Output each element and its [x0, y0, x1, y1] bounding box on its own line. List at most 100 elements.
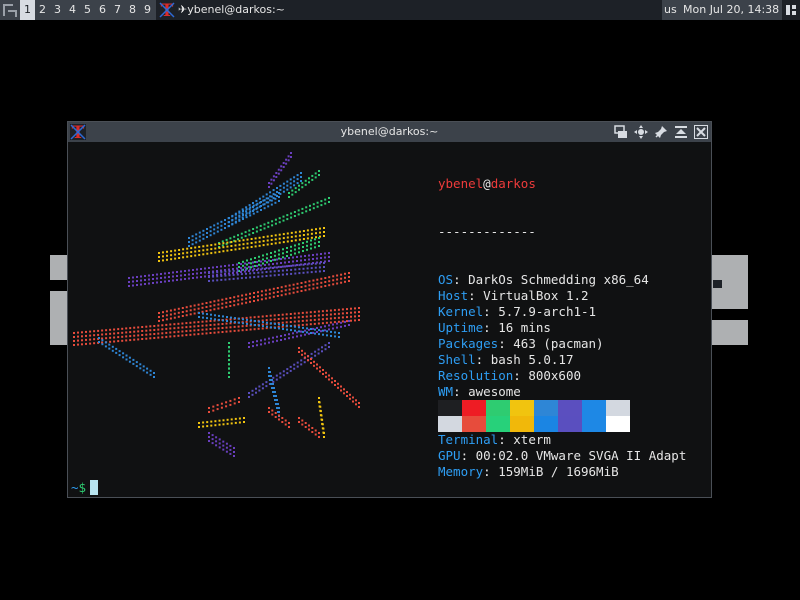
logo-dot	[264, 293, 267, 296]
logo-dot	[214, 243, 217, 246]
field-key: GPU	[438, 448, 461, 463]
field-value: awesome	[460, 384, 521, 399]
logo-dot	[210, 424, 213, 427]
logo-dot	[308, 328, 310, 331]
logo-dot	[222, 242, 225, 245]
logo-dot	[308, 288, 311, 291]
tag-8[interactable]: 8	[125, 0, 140, 20]
logo-dot	[358, 311, 360, 313]
logo-dot	[184, 278, 186, 280]
logo-dot	[177, 326, 180, 329]
tag-1[interactable]: 1	[20, 0, 35, 20]
logo-dot	[310, 239, 312, 242]
logo-dot	[73, 332, 75, 334]
logo-dot	[258, 236, 261, 239]
tasklist-item-terminal[interactable]: T ✈ybenel@darkos:~	[156, 0, 662, 21]
logo-dot	[85, 338, 87, 341]
logo-dot	[272, 295, 275, 298]
keyboard-layout[interactable]: us	[664, 0, 677, 20]
logo-dot	[318, 432, 320, 434]
ontop-icon[interactable]	[671, 122, 691, 142]
logo-dot	[290, 272, 293, 275]
logo-dot	[117, 336, 120, 339]
tag-7[interactable]: 7	[110, 0, 125, 20]
floating-icon[interactable]	[611, 122, 631, 142]
logo-dot	[173, 331, 176, 334]
logo-dot	[218, 242, 221, 245]
shell-prompt[interactable]: ~$	[71, 480, 99, 496]
logo-dot	[266, 257, 268, 260]
logo-dot	[319, 370, 321, 373]
logo-dot	[132, 284, 134, 287]
logo-dot	[265, 275, 268, 277]
logo-dot	[318, 262, 321, 265]
logo-dot	[252, 228, 255, 230]
logo-dot	[315, 228, 317, 231]
logo-dot	[279, 376, 282, 379]
tag-6[interactable]: 6	[95, 0, 110, 20]
logo-dot	[313, 314, 316, 317]
logo-dot	[172, 275, 174, 278]
logo-dot	[246, 242, 249, 245]
logo-dot	[224, 265, 226, 267]
logo-dot	[254, 237, 257, 240]
terminal-content[interactable]: ybenel@darkos ------------- OS: DarkOs S…	[68, 142, 711, 497]
logo-dot	[261, 267, 264, 270]
tag-3[interactable]: 3	[50, 0, 65, 20]
terminal-window[interactable]: ybenel@darkos: ~ T	[67, 121, 712, 498]
logo-dot	[188, 237, 190, 239]
logo-dot	[270, 242, 273, 245]
logo-dot	[358, 319, 360, 321]
logo-dot	[128, 281, 130, 283]
launcher-icon[interactable]	[0, 0, 20, 20]
logo-dot	[220, 265, 222, 268]
logo-dot	[121, 335, 124, 338]
logo-dot	[290, 249, 292, 252]
logo-dot	[284, 419, 287, 422]
sticky-icon[interactable]	[651, 122, 671, 142]
logo-dot	[277, 168, 280, 171]
logo-dot	[146, 371, 149, 374]
logo-dot	[245, 210, 248, 213]
logo-dot	[263, 203, 266, 206]
clock[interactable]: Mon Jul 20, 14:38	[683, 0, 779, 20]
logo-dot	[284, 423, 287, 426]
logo-dot	[296, 365, 299, 368]
logo-dot	[304, 255, 306, 257]
logo-dot	[195, 233, 198, 236]
logo-dot	[244, 235, 247, 238]
logo-dot	[301, 419, 304, 422]
logo-dot	[333, 309, 336, 312]
logo-dot	[318, 270, 321, 273]
logo-dot	[122, 356, 125, 359]
logo-dot	[312, 327, 314, 330]
logo-dot	[238, 243, 241, 246]
logo-dot	[230, 320, 232, 323]
logo-dot	[298, 326, 300, 329]
tag-2[interactable]: 2	[35, 0, 50, 20]
logo-dot	[125, 358, 128, 361]
logo-dot	[270, 326, 272, 329]
logo-dot	[315, 232, 317, 235]
close-icon[interactable]	[691, 122, 711, 142]
logo-dot	[198, 239, 201, 242]
logo-dot	[300, 286, 303, 288]
logo-dot	[276, 187, 278, 189]
logo-dot	[274, 399, 276, 401]
logo-dot	[222, 315, 224, 318]
logo-dot	[213, 323, 216, 326]
tag-4[interactable]: 4	[65, 0, 80, 20]
tag-9[interactable]: 9	[140, 0, 155, 20]
palette-swatch	[606, 400, 630, 416]
move-icon[interactable]	[631, 122, 651, 142]
logo-dot	[105, 333, 108, 336]
layout-box-icon[interactable]	[782, 0, 800, 20]
logo-dot	[165, 323, 168, 326]
logo-dot	[233, 325, 236, 328]
logo-dot	[296, 174, 299, 177]
logo-dot	[269, 379, 271, 381]
tag-5[interactable]: 5	[80, 0, 95, 20]
window-titlebar[interactable]: ybenel@darkos:~ T	[68, 122, 711, 143]
logo-dot	[297, 209, 300, 212]
logo-dot	[181, 326, 184, 329]
